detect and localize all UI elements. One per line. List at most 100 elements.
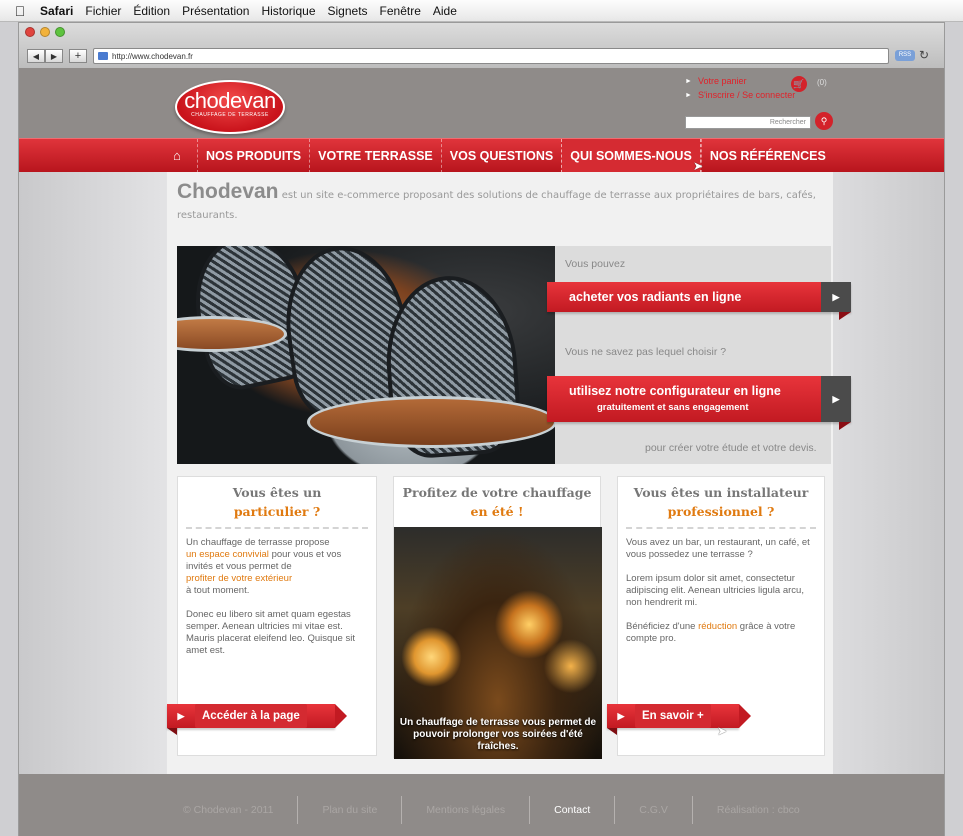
cart-link[interactable]: Votre panier xyxy=(698,76,747,86)
cart-icon[interactable]: 🛒 xyxy=(791,76,807,92)
ribbon-fold xyxy=(839,312,851,320)
menu-aide[interactable]: Aide xyxy=(433,4,457,18)
text-segment: Un chauffage de terrasse propose xyxy=(186,537,330,548)
window-controls xyxy=(25,27,65,37)
footer-plan-du-site[interactable]: Plan du site xyxy=(298,804,401,816)
footer-mentions-legales[interactable]: Mentions légales xyxy=(402,804,529,816)
site-footer: © Chodevan - 2011 Plan du site Mentions … xyxy=(19,774,944,836)
nav-vos-questions[interactable]: VOS QUESTIONS xyxy=(440,139,562,173)
play-icon: ▶ xyxy=(821,376,851,422)
footer-cgv[interactable]: C.G.V xyxy=(615,804,692,816)
card-ete-title: Profitez de votre chauffage en été ! xyxy=(394,483,600,521)
card-title-line2: professionnel ? xyxy=(667,504,775,519)
buy-online-label: acheter vos radiants en ligne xyxy=(569,290,742,304)
terrace-chairs-image xyxy=(177,246,555,464)
footer-realisation[interactable]: Réalisation : cbco xyxy=(693,804,824,816)
configurator-sublabel: gratuitement et sans engagement xyxy=(597,402,749,413)
ribbon-tail xyxy=(335,704,347,728)
access-page-button[interactable]: ▶ Accéder à la page xyxy=(167,704,347,735)
text-segment: Lorem ipsum dolor sit amet, consectetur … xyxy=(626,573,804,608)
logo-tagline: CHAUFFAGE DE TERRASSE xyxy=(191,112,269,118)
configurator-label: utilisez notre configurateur en ligne xyxy=(569,384,781,398)
play-icon: ▶ xyxy=(177,711,185,721)
cta-line-1: Vous pouvez xyxy=(565,258,626,270)
card-particulier-text: Un chauffage de terrasse propose un espa… xyxy=(178,529,376,657)
nav-qui-sommes-nous[interactable]: QUI SOMMES-NOUS xyxy=(561,139,701,173)
menu-fichier[interactable]: Fichier xyxy=(85,4,121,18)
card-particulier-title: Vous êtes un particulier ? xyxy=(178,483,376,521)
add-bookmark-button[interactable]: + xyxy=(69,49,87,63)
menu-signets[interactable]: Signets xyxy=(328,4,368,18)
card-ete: Profitez de votre chauffage en été ! Un … xyxy=(393,476,602,759)
card-title-line1: Vous êtes un installateur xyxy=(633,485,809,500)
access-page-label: Accéder à la page xyxy=(195,704,307,728)
arrow-right-icon: ► xyxy=(685,91,692,99)
address-bar[interactable]: http://www.chodevan.fr xyxy=(93,48,889,64)
home-icon[interactable]: ⌂ xyxy=(173,148,181,163)
search-icon[interactable]: ⚲ xyxy=(815,112,833,130)
cart-count: (0) xyxy=(817,78,827,87)
history-buttons: ◀ ▶ xyxy=(27,49,63,63)
zoom-window-button[interactable] xyxy=(55,27,65,37)
card-title-line2: particulier ? xyxy=(233,504,321,519)
card-title-line1: Vous êtes un xyxy=(232,485,322,500)
footer-contact[interactable]: Contact xyxy=(530,804,614,816)
play-icon: ▶ xyxy=(617,711,625,721)
ribbon-tail xyxy=(739,704,751,728)
play-icon: ▶ xyxy=(821,282,851,312)
buy-online-button[interactable]: acheter vos radiants en ligne ▶ xyxy=(547,282,851,320)
site-logo[interactable]: chodevan CHAUFFAGE DE TERRASSE xyxy=(175,80,285,134)
cta-panel: Vous pouvez acheter vos radiants en lign… xyxy=(547,246,851,464)
account-links: ► Votre panier ► S'inscrire / Se connecter xyxy=(685,76,795,104)
card-title-line1: Profitez de votre chauffage xyxy=(402,485,592,500)
main-content: Chodevan est un site e-commerce proposan… xyxy=(167,172,851,774)
reload-icon[interactable]: ↻ xyxy=(919,48,929,62)
favicon-icon xyxy=(98,52,108,60)
intro-brand: Chodevan xyxy=(177,180,279,203)
nav-nos-produits[interactable]: NOS PRODUITS xyxy=(197,139,309,173)
text-segment: à tout moment. xyxy=(186,585,250,596)
url-text: http://www.chodevan.fr xyxy=(112,51,193,61)
menu-safari[interactable]: Safari xyxy=(40,4,73,18)
cta-line-3: pour créer votre étude et votre devis. xyxy=(645,442,817,454)
highlight-text: un espace convivial xyxy=(186,549,269,560)
footer-copyright: © Chodevan - 2011 xyxy=(183,804,274,816)
text-segment: Vous avez un bar, un restaurant, un café… xyxy=(626,537,810,560)
card-title-line2: en été ! xyxy=(470,504,524,519)
text-segment: Bénéficiez d'une xyxy=(626,621,696,632)
highlight-text: profiter de votre extérieur xyxy=(186,573,293,584)
ribbon-fold xyxy=(607,728,617,735)
mac-menubar:  Safari Fichier Édition Présentation Hi… xyxy=(0,0,963,22)
search-input[interactable]: Rechercher xyxy=(685,116,811,129)
configurator-button[interactable]: utilisez notre configurateur en ligne gr… xyxy=(547,376,851,430)
close-window-button[interactable] xyxy=(25,27,35,37)
text-segment: Donec eu libero sit amet quam egestas se… xyxy=(186,609,355,656)
forward-button[interactable]: ▶ xyxy=(45,49,63,63)
account-link[interactable]: S'inscrire / Se connecter xyxy=(698,90,795,100)
apple-icon[interactable]:  xyxy=(0,3,40,19)
nav-nos-references[interactable]: NOS RÉFÉRENCES xyxy=(700,139,834,173)
menu-presentation[interactable]: Présentation xyxy=(182,4,249,18)
web-page: chodevan CHAUFFAGE DE TERRASSE ► Votre pa… xyxy=(18,68,945,836)
learn-more-label: En savoir + xyxy=(635,704,711,728)
night-terrace-image: Un chauffage de terrasse vous permet de … xyxy=(394,527,602,759)
highlight-text: réduction xyxy=(698,621,738,632)
mouse-cursor-icon: ➤ xyxy=(717,724,728,738)
menu-fenetre[interactable]: Fenêtre xyxy=(380,4,421,18)
menu-edition[interactable]: Édition xyxy=(133,4,170,18)
ribbon-fold xyxy=(167,728,177,735)
card-pro-title: Vous êtes un installateur professionnel … xyxy=(618,483,824,521)
back-button[interactable]: ◀ xyxy=(27,49,45,63)
arrow-right-icon: ► xyxy=(685,77,692,85)
menu-historique[interactable]: Historique xyxy=(261,4,315,18)
card-pro-text: Vous avez un bar, un restaurant, un café… xyxy=(618,529,824,645)
night-caption: Un chauffage de terrasse vous permet de … xyxy=(399,717,597,752)
minimize-window-button[interactable] xyxy=(40,27,50,37)
intro-text: Chodevan est un site e-commerce proposan… xyxy=(177,180,817,226)
main-nav: ⌂ NOS PRODUITS VOTRE TERRASSE VOS QUESTI… xyxy=(19,138,944,173)
browser-toolbar: ◀ ▶ + http://www.chodevan.fr RSS ↻ xyxy=(18,22,945,68)
ribbon-fold xyxy=(839,422,851,430)
rss-button[interactable]: RSS xyxy=(895,50,915,61)
mouse-cursor-icon: ➤ xyxy=(693,159,704,173)
nav-votre-terrasse[interactable]: VOTRE TERRASSE xyxy=(309,139,441,173)
